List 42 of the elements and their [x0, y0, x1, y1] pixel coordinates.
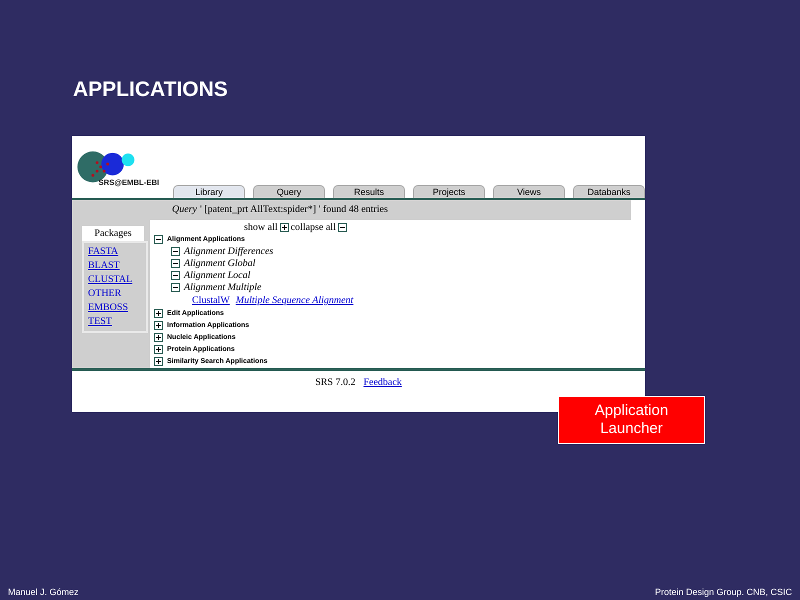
query-text: ' [patent_prt AllText:spider*] ' found 48 entries — [200, 203, 388, 217]
affiliation-text: Protein Design Group. CNB, CSIC — [654, 587, 792, 597]
author-text: Manuel J. Gómez — [8, 587, 79, 597]
expand-icon[interactable] — [154, 357, 163, 366]
version-text: SRS 7.0.2 — [315, 377, 356, 388]
tab[interactable]: Databanks — [573, 185, 645, 198]
package-link[interactable]: CLUSTAL — [88, 274, 132, 285]
expand-icon[interactable] — [280, 223, 289, 232]
callout-box: Application Launcher — [558, 396, 705, 444]
expand-icon[interactable] — [154, 309, 163, 318]
tab[interactable]: Results — [333, 185, 405, 198]
tab[interactable]: Library — [173, 185, 245, 198]
slide-title: APPLICATIONS — [73, 78, 229, 102]
expand-icon[interactable] — [154, 321, 163, 330]
subcategory-label[interactable]: Alignment Multiple — [184, 282, 262, 293]
collapse-icon[interactable] — [154, 235, 163, 244]
expand-icon[interactable] — [154, 333, 163, 342]
package-link[interactable]: EMBOSS — [88, 302, 128, 313]
logo-drawing: SRS@EMBL-EBI — [76, 140, 159, 198]
collapse-all-label[interactable]: collapse all — [290, 222, 336, 233]
tab[interactable]: Query — [253, 185, 325, 198]
package-link[interactable]: TEST — [88, 316, 112, 327]
collapse-icon[interactable] — [171, 283, 180, 292]
packages-title: Packages — [82, 226, 144, 241]
tab[interactable]: Views — [493, 185, 565, 198]
collapse-icon[interactable] — [171, 259, 180, 268]
expand-icon[interactable] — [154, 345, 163, 354]
package-item[interactable]: OTHER — [88, 288, 122, 299]
show-all-label[interactable]: show all — [244, 222, 278, 233]
package-link[interactable]: BLAST — [88, 260, 120, 271]
feedback-link[interactable]: Feedback — [363, 377, 402, 388]
subcategory-label[interactable]: Alignment Global — [184, 258, 256, 269]
collapse-icon[interactable] — [338, 223, 347, 232]
tab[interactable]: Projects — [413, 185, 485, 198]
collapse-icon[interactable] — [171, 271, 180, 280]
query-label: Query — [172, 203, 197, 217]
collapse-icon[interactable] — [171, 247, 180, 256]
description-link[interactable]: Multiple Sequence Alignment — [236, 295, 354, 306]
program-link[interactable]: ClustalW — [192, 295, 230, 306]
subcategory-label[interactable]: Alignment Differences — [184, 246, 274, 257]
package-link[interactable]: FASTA — [88, 246, 118, 257]
subcategory-label[interactable]: Alignment Local — [184, 270, 250, 281]
